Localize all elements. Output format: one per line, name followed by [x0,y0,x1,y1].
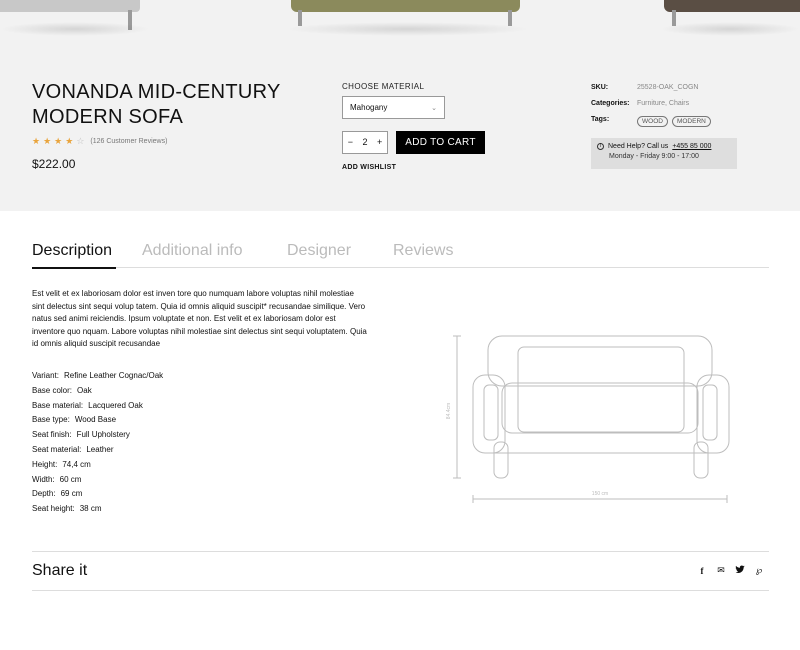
star-icon: ★ [54,136,63,146]
info-icon: i [597,143,604,150]
product-title: VONANDA MID-CENTURY MODERN SOFA [32,81,281,128]
spec-row: Seat height: 38 cm [32,504,102,514]
star-empty-icon: ☆ [76,136,85,146]
product-rating[interactable]: ★ ★ ★ ★ ☆ (126 Customer Reviews) [32,137,167,146]
spec-row: Height: 74,4 cm [32,459,91,469]
spec-row: Depth: 69 cm [32,489,83,499]
pinterest-icon[interactable]: ℘ [754,565,764,576]
chevron-down-icon: ⌄ [431,104,437,112]
tab-additional-info[interactable]: Additional info [142,242,243,260]
qty-value[interactable]: 2 [362,138,367,147]
product-price: $222.00 [32,157,76,171]
tags-list: WOOD MODERN [637,116,715,127]
tag-modern[interactable]: MODERN [671,116,711,127]
social-share-icons: f ✉ ℘ [697,565,764,576]
qty-increase-button[interactable]: + [377,138,382,147]
sofa-image-gray[interactable] [0,0,140,12]
material-select-value: Mahogany [350,103,388,112]
spec-row: Base type: Wood Base [32,415,117,425]
help-hours: Monday - Friday 9:00 - 17:00 [609,153,699,160]
sofa-dimension-drawing: 84.4cm 150 cm [446,335,730,503]
share-divider-bottom [32,590,769,591]
quantity-stepper[interactable]: − 2 + [342,131,388,154]
categories-value[interactable]: Furniture, Chairs [637,100,689,107]
help-text: Need Help? Call us [608,143,669,150]
spec-row: Base material: Lacquered Oak [32,400,143,410]
tab-reviews[interactable]: Reviews [393,242,453,260]
width-dimension-label: 150 cm [592,491,608,497]
star-icon: ★ [32,136,41,146]
help-phone-link[interactable]: +455 85 000 [672,143,711,150]
spec-row: Seat material: Leather [32,444,114,454]
review-count-link[interactable]: (126 Customer Reviews) [90,138,167,145]
sofa-shadow [0,22,150,36]
spec-row: Seat finish: Full Upholstery [32,430,130,440]
sofa-shadow [285,22,530,36]
star-icon: ★ [43,136,52,146]
sku-label: SKU: [591,84,609,91]
help-box: i Need Help? Call us +455 85 000 Monday … [591,138,737,169]
spec-row: Width: 60 cm [32,474,82,484]
share-divider-top [32,551,769,552]
share-title: Share it [32,562,88,579]
mail-icon[interactable]: ✉ [716,565,726,576]
active-tab-indicator [32,267,116,269]
spec-row: Base color: Oak [32,385,92,395]
tab-description[interactable]: Description [32,242,112,260]
star-icon: ★ [65,136,74,146]
tag-wood[interactable]: WOOD [637,116,668,127]
tab-designer[interactable]: Designer [287,242,351,260]
categories-label: Categories: [591,100,630,107]
tags-label: Tags: [591,116,610,123]
specs-list: Variant: Refine Leather Cognac/Oak Base c… [32,369,168,517]
description-text: Est velit et ex laboriosam dolor est inv… [32,289,367,348]
facebook-icon[interactable]: f [697,566,707,576]
qty-decrease-button[interactable]: − [348,138,353,147]
twitter-icon[interactable] [735,565,745,576]
material-label: CHOOSE MATERIAL [342,82,425,91]
product-tabs: Description Additional info Designer Rev… [32,242,769,269]
sofa-image-brown[interactable] [664,0,800,12]
sofa-shadow [660,22,800,36]
add-to-cart-button[interactable]: ADD TO CART [396,131,485,154]
sofa-image-olive[interactable] [291,0,520,12]
add-wishlist-link[interactable]: ADD WISHLIST [342,164,396,171]
sku-value: 25528-OAK_COGN [637,84,699,91]
spec-row: Variant: Refine Leather Cognac/Oak [32,371,164,380]
material-select[interactable]: Mahogany ⌄ [342,96,445,119]
height-dimension-label: 84.4cm [446,403,452,419]
